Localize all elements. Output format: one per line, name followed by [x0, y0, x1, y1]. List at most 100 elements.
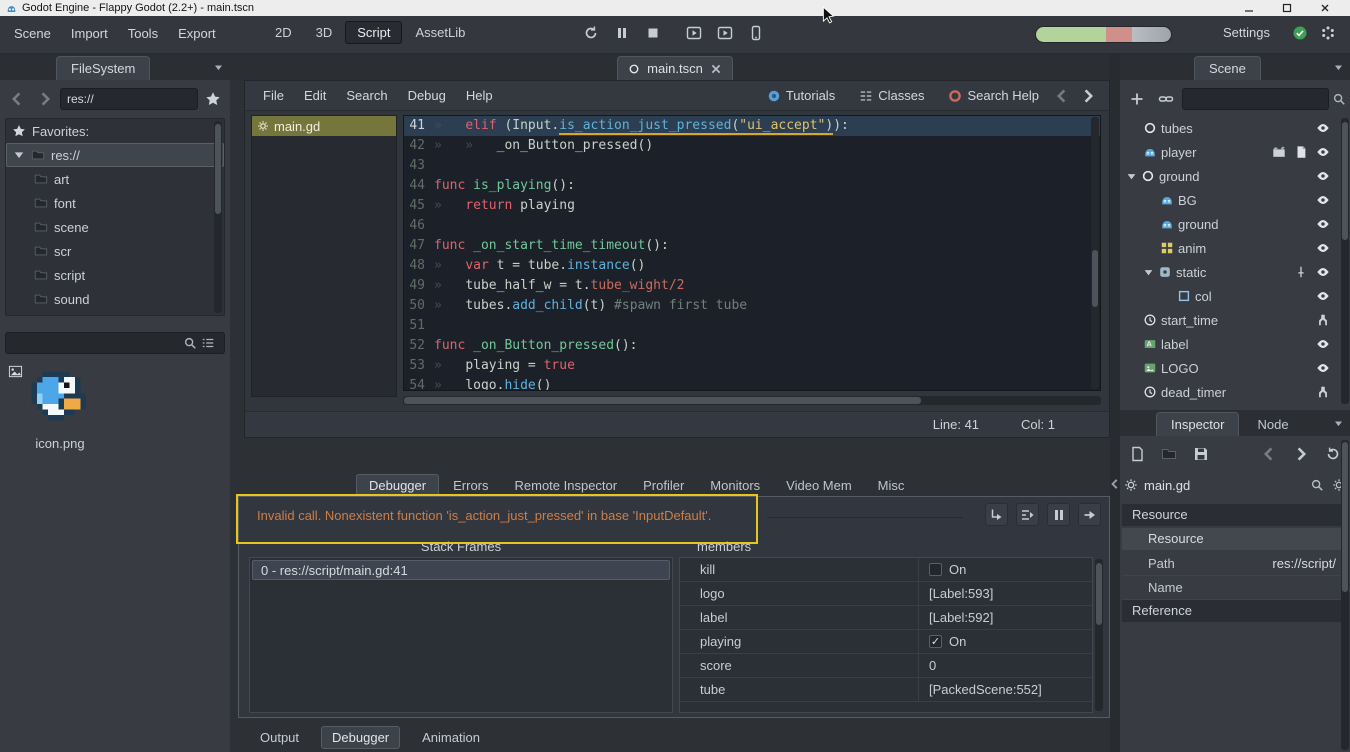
eye-icon[interactable]	[1316, 145, 1330, 159]
panel-splitter[interactable]	[1110, 54, 1120, 752]
tab-errors[interactable]: Errors	[441, 475, 500, 496]
fs-back-button[interactable]	[4, 86, 30, 112]
scene-tab-main-tscn[interactable]: main.tscn	[617, 56, 733, 80]
subsection-resource[interactable]: Resource	[1122, 528, 1348, 550]
code-editor[interactable]: 41» elif (Input.is_action_just_pressed("…	[403, 115, 1101, 391]
fs-path-input[interactable]	[60, 88, 198, 110]
play-custom-scene-button[interactable]	[712, 20, 738, 46]
script-item-main-gd[interactable]: main.gd	[252, 116, 396, 136]
settings-button[interactable]: Settings	[1213, 21, 1280, 44]
replay-button[interactable]	[578, 20, 604, 46]
window-titlebar[interactable]: Godot Engine - Flappy Godot (2.2+) - mai…	[0, 0, 1350, 16]
load-resource-button[interactable]	[1156, 441, 1182, 467]
scene-node-logo[interactable]: LOGO	[1120, 356, 1344, 380]
scene-tree-scrollbar[interactable]	[1341, 118, 1349, 404]
help-tutorials[interactable]: Tutorials	[757, 84, 845, 107]
editor-menu-file[interactable]: File	[253, 84, 294, 107]
stack-frame-row[interactable]: 0 - res://script/main.gd:41	[252, 560, 670, 580]
menu-scene[interactable]: Scene	[4, 22, 61, 45]
scene-node-ground[interactable]: ground	[1120, 212, 1344, 236]
members-scrollbar[interactable]	[1095, 559, 1103, 711]
scene-node-dead-timer[interactable]: dead_timer	[1120, 380, 1344, 404]
eye-icon[interactable]	[1316, 169, 1330, 183]
pause-button[interactable]	[609, 20, 635, 46]
editor-menu-edit[interactable]: Edit	[294, 84, 336, 107]
new-resource-button[interactable]	[1124, 441, 1150, 467]
scene-dock-dropdown-icon[interactable]	[1333, 62, 1344, 73]
editor-menu-help[interactable]: Help	[456, 84, 503, 107]
inspector-dropdown-icon[interactable]	[1333, 418, 1344, 429]
history-back-button[interactable]	[1256, 441, 1282, 467]
eye-icon[interactable]	[1316, 361, 1330, 375]
add-node-button[interactable]	[1124, 86, 1150, 112]
editor-menu-debug[interactable]: Debug	[398, 84, 456, 107]
mode-tab-assetlib[interactable]: AssetLib	[404, 22, 476, 43]
eye-icon[interactable]	[1316, 217, 1330, 231]
continue-button[interactable]	[1078, 503, 1101, 526]
code-line-44[interactable]: 44func is_playing():	[404, 176, 1100, 196]
code-vscrollbar[interactable]	[1091, 117, 1099, 389]
bottom-tab-debugger[interactable]: Debugger	[321, 726, 400, 749]
tab-remote-inspector[interactable]: Remote Inspector	[503, 475, 630, 496]
help-search-help[interactable]: Search Help	[938, 84, 1049, 107]
close-tab-icon[interactable]	[710, 63, 722, 75]
minimize-button[interactable]	[1244, 3, 1254, 13]
fs-favorite-button[interactable]	[200, 86, 226, 112]
panel-menu-dropdown-icon[interactable]	[213, 62, 224, 73]
script-icon[interactable]	[1294, 145, 1308, 159]
scene-node-bg[interactable]: BG	[1120, 188, 1344, 212]
mode-tab-2d[interactable]: 2D	[264, 22, 303, 43]
tab-video-mem[interactable]: Video Mem	[774, 475, 864, 496]
code-line-42[interactable]: 42» » _on_Button_pressed()	[404, 136, 1100, 156]
maximize-button[interactable]	[1282, 3, 1292, 13]
tab-monitors[interactable]: Monitors	[698, 475, 772, 496]
fs-folder-scene[interactable]: scene	[6, 215, 224, 239]
expand-icon[interactable]	[13, 149, 25, 161]
fs-favorites-header[interactable]: Favorites:	[6, 119, 224, 143]
code-line-54[interactable]: 54» logo.hide()	[404, 376, 1100, 391]
fs-folder-script[interactable]: script	[6, 263, 224, 287]
menu-import[interactable]: Import	[61, 22, 118, 45]
icon-png-preview[interactable]	[26, 365, 86, 427]
eye-icon[interactable]	[1316, 337, 1330, 351]
help-classes[interactable]: Classes	[849, 84, 934, 107]
fs-folder-art[interactable]: art	[6, 167, 224, 191]
script-back-button[interactable]	[1049, 83, 1075, 109]
eye-icon[interactable]	[1316, 193, 1330, 207]
search-icon[interactable]	[183, 336, 197, 350]
code-line-45[interactable]: 45» return playing	[404, 196, 1100, 216]
step-into-button[interactable]	[985, 503, 1008, 526]
scene-node-col[interactable]: col	[1120, 284, 1344, 308]
expand-icon[interactable]	[1126, 171, 1137, 182]
eye-icon[interactable]	[1316, 289, 1330, 303]
scene-node-ground[interactable]: ground	[1120, 164, 1344, 188]
code-hscrollbar[interactable]	[403, 396, 1101, 405]
tab-debugger[interactable]: Debugger	[356, 474, 439, 496]
code-line-41[interactable]: 41» elif (Input.is_action_just_pressed("…	[404, 116, 1100, 136]
fs-tree-scrollbar[interactable]	[214, 121, 222, 313]
tab-node[interactable]: Node	[1243, 413, 1302, 436]
bottom-tab-animation[interactable]: Animation	[412, 727, 490, 748]
code-line-48[interactable]: 48» var t = tube.instance()	[404, 256, 1100, 276]
list-view-icon[interactable]	[201, 336, 215, 350]
scene-node-start-time[interactable]: start_time	[1120, 308, 1344, 332]
history-forward-button[interactable]	[1288, 441, 1314, 467]
stop-button[interactable]	[640, 20, 666, 46]
code-line-47[interactable]: 47func _on_start_time_timeout():	[404, 236, 1100, 256]
tab-misc[interactable]: Misc	[866, 475, 917, 496]
code-line-43[interactable]: 43	[404, 156, 1100, 176]
eye-icon[interactable]	[1316, 265, 1330, 279]
eye-icon[interactable]	[1316, 241, 1330, 255]
section-resource[interactable]: Resource	[1122, 504, 1348, 526]
break-button[interactable]	[1047, 503, 1070, 526]
member-checkbox[interactable]: ✓	[929, 635, 942, 648]
scene-node-player[interactable]: player	[1120, 140, 1344, 164]
tab-inspector[interactable]: Inspector	[1156, 412, 1239, 436]
expand-icon[interactable]	[1143, 267, 1154, 278]
fs-folder-sound[interactable]: sound	[6, 287, 224, 311]
script-forward-button[interactable]	[1075, 83, 1101, 109]
tool-icon[interactable]	[1316, 385, 1330, 399]
mode-tab-3d[interactable]: 3D	[305, 22, 344, 43]
tab-scene-dock[interactable]: Scene	[1194, 56, 1261, 80]
property-search-icon[interactable]	[1310, 478, 1324, 492]
